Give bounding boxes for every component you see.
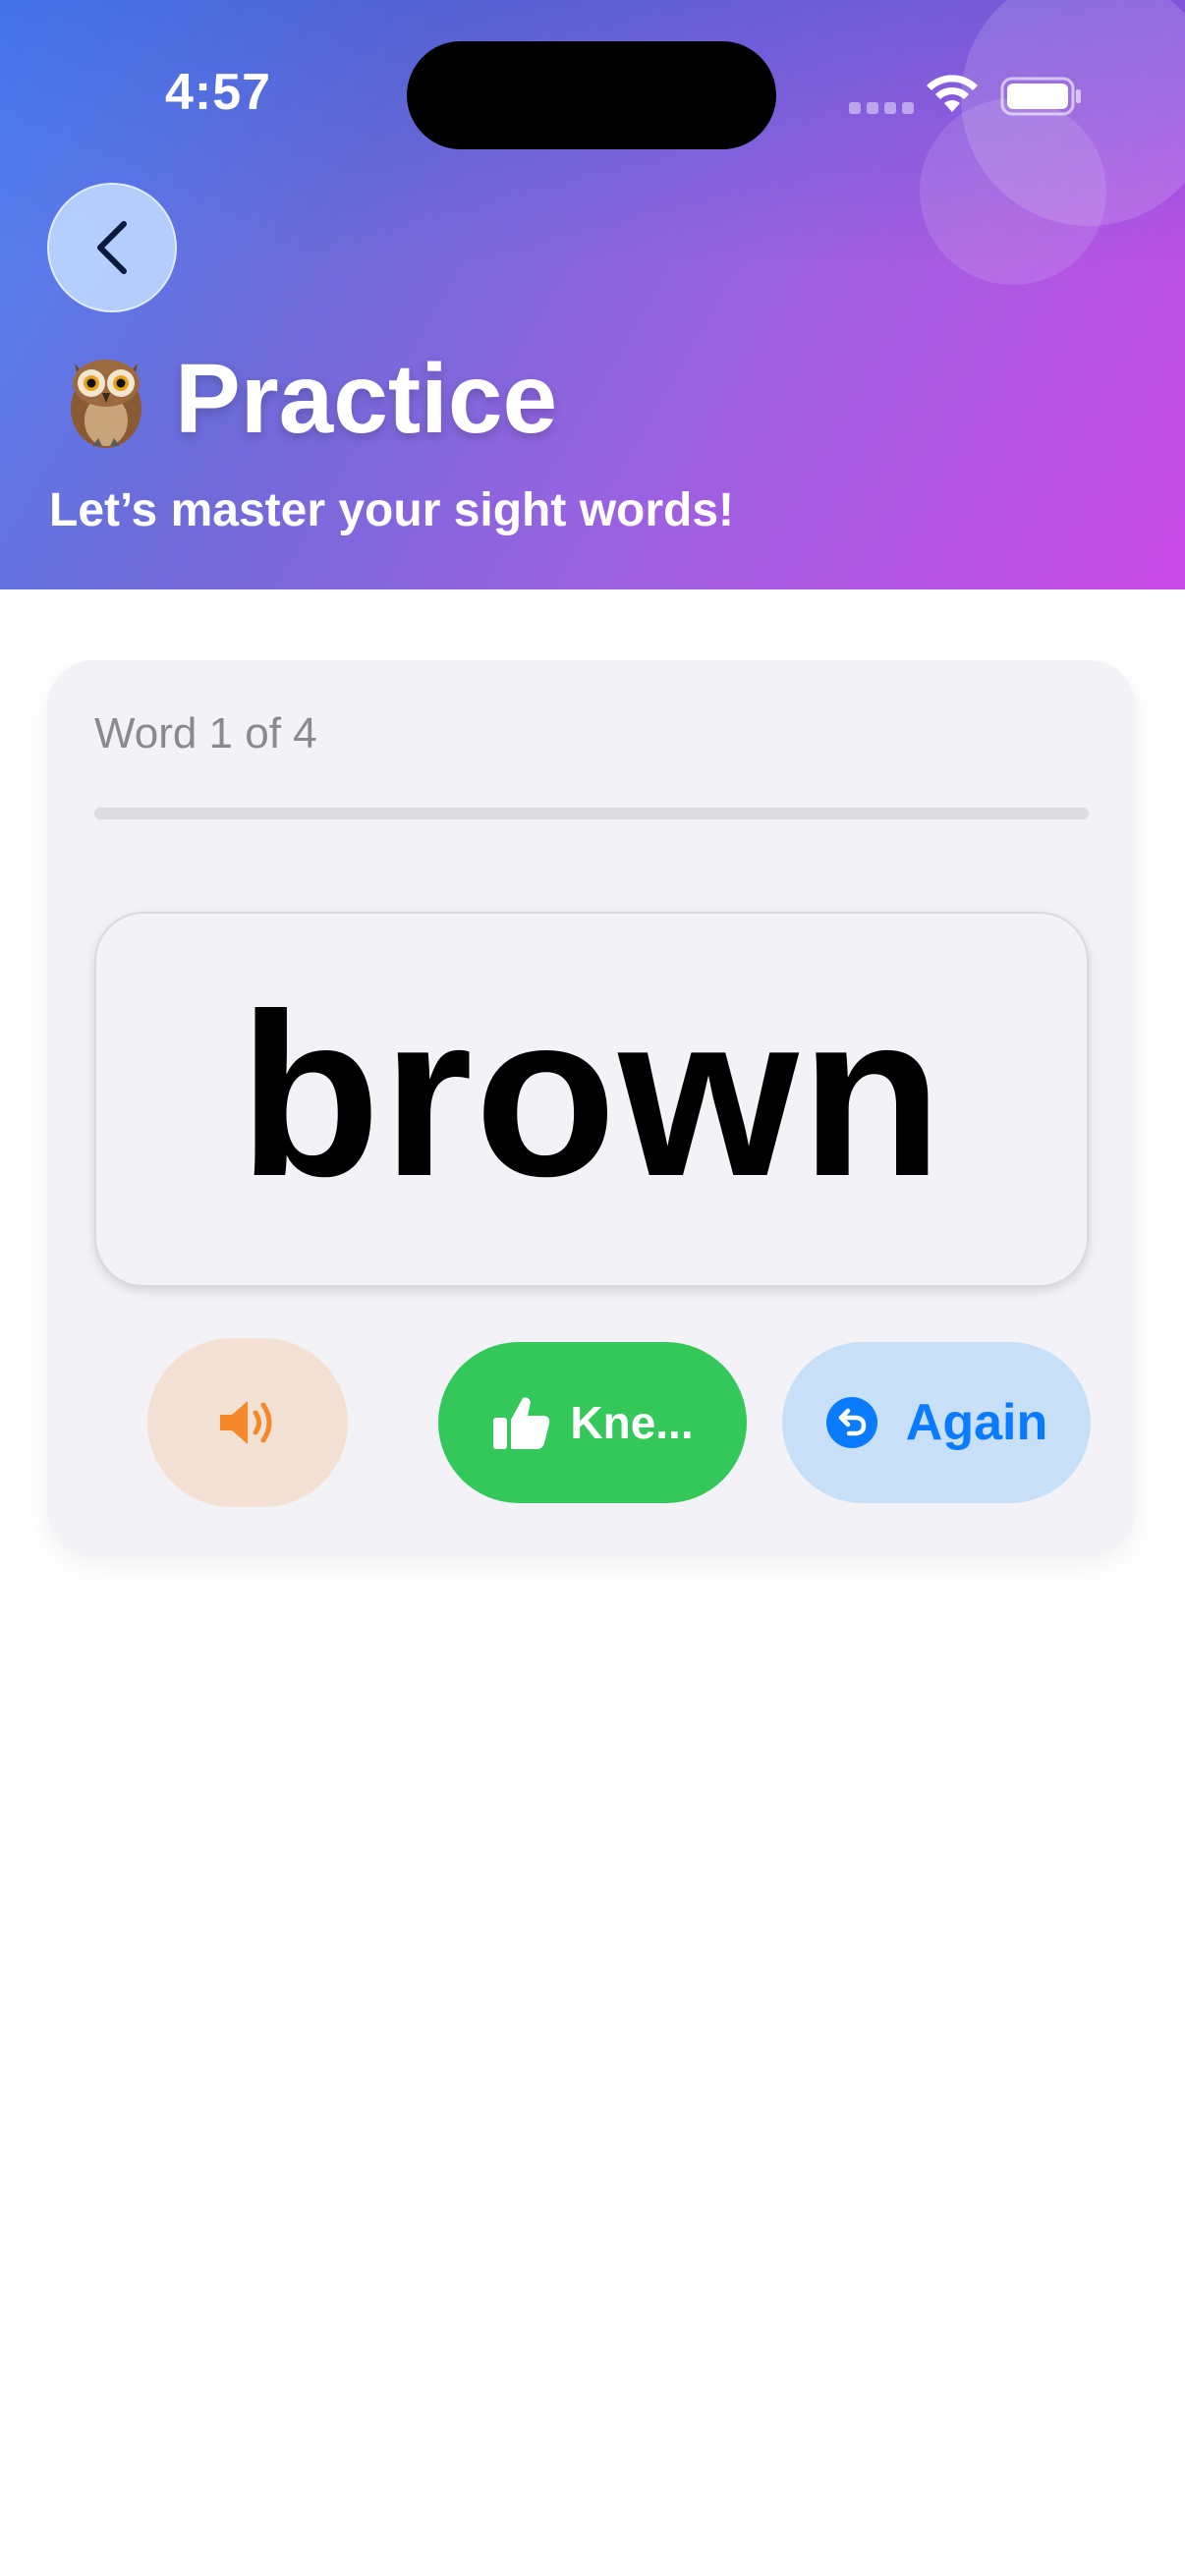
owl-icon (71, 360, 141, 448)
back-button[interactable] (47, 183, 177, 312)
chevron-left-icon (97, 221, 127, 274)
speak-word-button[interactable] (147, 1338, 348, 1507)
title-row: Practice (55, 344, 557, 454)
header: 4:57 Practice Let’s master your sight wo… (0, 0, 1185, 589)
decorative-bubble (920, 98, 1106, 285)
knew-it-label: Kne... (570, 1397, 694, 1448)
progress-bar (94, 808, 1089, 819)
wifi-icon (927, 75, 978, 112)
cellular-signal-icon (849, 102, 914, 114)
again-label: Again (905, 1394, 1048, 1451)
word-flashcard[interactable]: brown (94, 912, 1089, 1287)
battery-icon (1000, 77, 1081, 116)
dynamic-island (407, 41, 776, 149)
page-subtitle: Let’s master your sight words! (49, 484, 735, 536)
word-counter: Word 1 of 4 (94, 709, 317, 757)
status-time: 4:57 (165, 64, 272, 121)
practice-card: Word 1 of 4 brown Kne... Again (47, 660, 1136, 1556)
current-word: brown (239, 966, 944, 1225)
practice-screen: 4:57 Practice Let’s master your sight wo… (0, 0, 1185, 2576)
knew-it-button[interactable]: Kne... (438, 1342, 747, 1503)
thumbs-up-icon (493, 1397, 550, 1449)
page-title: Practice (175, 344, 558, 454)
undo-circle-icon (825, 1397, 877, 1448)
again-button[interactable]: Again (782, 1342, 1091, 1503)
speaker-icon (220, 1401, 272, 1444)
